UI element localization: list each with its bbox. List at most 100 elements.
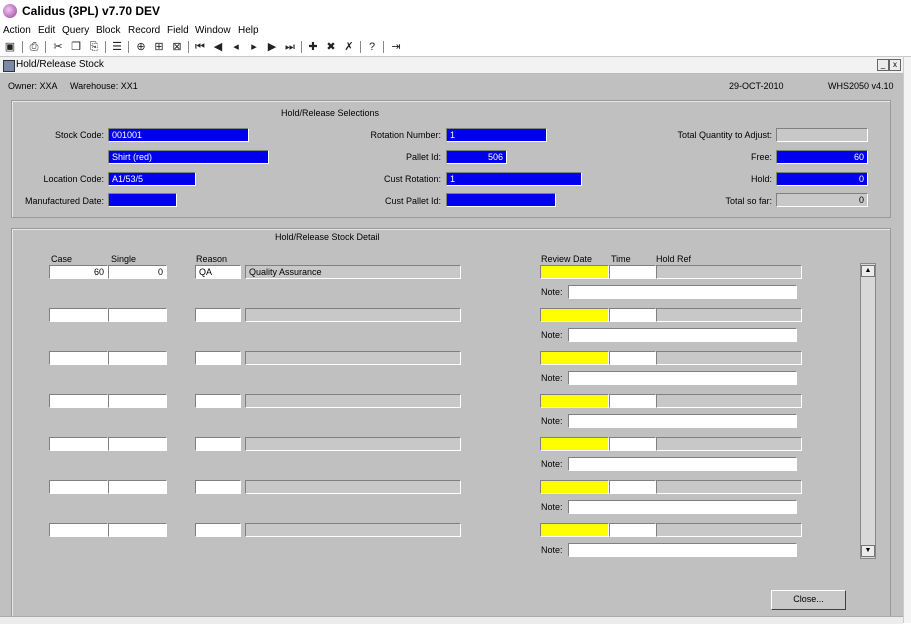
cancel-query-icon[interactable]: ⊠ [170,40,184,54]
time-field[interactable] [609,308,656,322]
menu-block[interactable]: Block [96,25,120,36]
enter-query-icon[interactable]: ⊕ [134,40,148,54]
detail-scrollbar[interactable]: ▲ ▼ [860,263,876,559]
execute-query-icon[interactable]: ⊞ [152,40,166,54]
single-field[interactable] [108,308,167,322]
note-field[interactable] [568,414,797,428]
time-field[interactable] [609,351,656,365]
time-field[interactable] [609,265,656,279]
print-icon[interactable]: ⎙ [27,40,41,54]
reason-field[interactable] [195,394,241,408]
case-field[interactable] [49,308,108,322]
last-record-icon[interactable]: ⏭ [283,40,297,54]
scroll-up-icon[interactable]: ▲ [861,265,875,277]
case-field[interactable] [49,523,108,537]
manufactured-date-field[interactable] [108,193,177,207]
pallet-id-field[interactable]: 506 [446,150,507,164]
case-field[interactable] [49,480,108,494]
time-field[interactable] [609,480,656,494]
save-icon[interactable]: ▣ [3,40,17,54]
single-field[interactable] [108,437,167,451]
reason-field[interactable] [195,308,241,322]
note-field[interactable] [568,500,797,514]
clear-record-icon[interactable]: ✗ [342,40,356,54]
note-label: Note: [541,459,563,469]
hold-label: Hold: [750,174,772,184]
total-qty-label: Total Quantity to Adjust: [677,130,772,140]
menu-record[interactable]: Record [128,25,160,36]
total-so-far-field[interactable]: 0 [776,193,868,207]
review-date-field[interactable] [540,394,609,408]
rotation-number-field[interactable]: 1 [446,128,547,142]
review-date-field[interactable] [540,265,609,279]
review-date-field[interactable] [540,480,609,494]
note-field[interactable] [568,328,797,342]
location-code-field[interactable]: A1/53/5 [108,172,196,186]
menu-action[interactable]: Action [3,25,31,36]
cut-icon[interactable]: ✂ [51,40,65,54]
case-field[interactable] [49,437,108,451]
menu-query[interactable]: Query [62,25,89,36]
prev-record-icon[interactable]: ◂ [229,40,243,54]
time-field[interactable] [609,394,656,408]
note-field[interactable] [568,285,797,299]
minimize-button[interactable]: _ [877,59,889,71]
note-field[interactable] [568,371,797,385]
note-field[interactable] [568,543,797,557]
time-field[interactable] [609,523,656,537]
menu-help[interactable]: Help [238,25,259,36]
next-record-icon[interactable]: ▸ [247,40,261,54]
review-date-field[interactable] [540,523,609,537]
single-field[interactable] [108,351,167,365]
time-field[interactable] [609,437,656,451]
single-field[interactable] [108,523,167,537]
free-field[interactable]: 60 [776,150,868,164]
insert-record-icon[interactable]: ✚ [306,40,320,54]
stock-code-field[interactable]: 001001 [108,128,249,142]
case-field[interactable]: 60 [49,265,108,279]
next-block-icon[interactable]: ▶ [265,40,279,54]
single-field[interactable]: 0 [108,265,167,279]
help-icon[interactable]: ? [365,40,379,54]
prev-block-icon[interactable]: ◀ [211,40,225,54]
first-record-icon[interactable]: ⏮ [193,40,207,54]
toolbar: ▣ ⎙ ✂ ❐ ⎘ ☰ ⊕ ⊞ ⊠ ⏮ ◀ ◂ ▸ ▶ ⏭ ✚ ✖ ✗ ? ⇥ [0,39,911,57]
single-field[interactable] [108,480,167,494]
toolbar-separator [188,41,189,53]
scroll-down-icon[interactable]: ▼ [861,545,875,557]
reason-field[interactable] [195,480,241,494]
hold-ref-field [656,523,802,537]
window-title-bar: Calidus (3PL) v7.70 DEV [0,0,911,24]
close-button[interactable]: Close... [771,590,846,610]
total-qty-field[interactable] [776,128,868,142]
copy-icon[interactable]: ❐ [69,40,83,54]
review-date-field[interactable] [540,308,609,322]
review-date-field[interactable] [540,437,609,451]
cust-rotation-field[interactable]: 1 [446,172,582,186]
col-hold-ref-header: Hold Ref [656,254,692,264]
hold-field[interactable]: 0 [776,172,868,186]
window-scrollbar[interactable] [903,57,911,623]
review-date-field[interactable] [540,351,609,365]
reason-field[interactable] [195,523,241,537]
menu-edit[interactable]: Edit [38,25,55,36]
case-field[interactable] [49,351,108,365]
form-title: Hold/Release Stock [16,59,104,70]
list-icon[interactable]: ☰ [110,40,124,54]
menu-window[interactable]: Window [195,25,231,36]
exit-icon[interactable]: ⇥ [389,40,403,54]
paste-icon[interactable]: ⎘ [87,40,101,54]
single-field[interactable] [108,394,167,408]
reason-field[interactable] [195,437,241,451]
delete-record-icon[interactable]: ✖ [324,40,338,54]
reason-field[interactable] [195,351,241,365]
note-field[interactable] [568,457,797,471]
close-window-button[interactable]: x [889,59,901,71]
cust-pallet-id-field[interactable] [446,193,556,207]
menu-field[interactable]: Field [167,25,189,36]
cust-rotation-label: Cust Rotation: [383,174,441,184]
reason-field[interactable]: QA [195,265,241,279]
total-so-far-label: Total so far: [725,196,772,206]
case-field[interactable] [49,394,108,408]
stock-description-field[interactable]: Shirt (red) [108,150,269,164]
